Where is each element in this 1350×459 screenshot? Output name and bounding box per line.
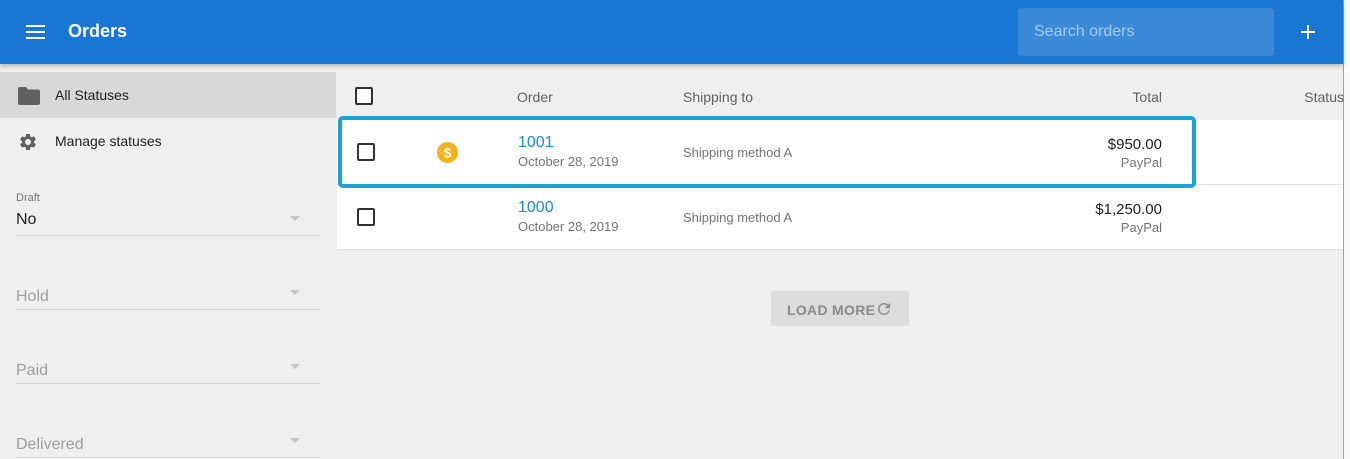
sidebar-item-manage-statuses[interactable]: Manage statuses bbox=[0, 118, 336, 164]
draft-value: No bbox=[16, 211, 37, 228]
table-row[interactable]: $ 1001 October 28, 2019 Shipping method … bbox=[337, 120, 1343, 185]
folder-icon bbox=[18, 87, 40, 105]
order-date: October 28, 2019 bbox=[518, 219, 619, 234]
sidebar-item-label: Manage statuses bbox=[55, 133, 162, 149]
orders-table: Order Shipping to Total Status $ 1001 Oc… bbox=[337, 72, 1344, 250]
hold-select[interactable]: Hold bbox=[16, 266, 320, 310]
table-header: Order Shipping to Total Status bbox=[337, 72, 1344, 120]
dropdown-caret-icon bbox=[290, 290, 300, 295]
row-checkbox[interactable] bbox=[357, 143, 375, 161]
order-number-link[interactable]: 1000 bbox=[518, 199, 554, 217]
draft-select[interactable]: Draft No bbox=[16, 192, 320, 236]
order-date: October 28, 2019 bbox=[518, 154, 619, 169]
table-row[interactable]: 1000 October 28, 2019 Shipping method A … bbox=[337, 185, 1343, 250]
row-checkbox[interactable] bbox=[357, 208, 375, 226]
dropdown-caret-icon bbox=[290, 216, 300, 221]
column-header-total[interactable]: Total bbox=[1132, 89, 1162, 105]
plus-icon[interactable] bbox=[1290, 14, 1326, 50]
dropdown-caret-icon bbox=[290, 364, 300, 369]
search-input[interactable] bbox=[1018, 8, 1274, 56]
shipping-method: Shipping method A bbox=[683, 210, 793, 225]
column-header-status[interactable]: Status bbox=[1304, 89, 1344, 105]
dollar-coin-icon: $ bbox=[437, 142, 458, 163]
select-all-checkbox[interactable] bbox=[355, 87, 373, 105]
paid-placeholder: Paid bbox=[16, 362, 49, 379]
dropdown-caret-icon bbox=[290, 438, 300, 443]
column-header-shipping[interactable]: Shipping to bbox=[683, 89, 753, 105]
draft-label: Draft bbox=[16, 192, 40, 204]
refresh-icon bbox=[878, 303, 890, 315]
delivered-select[interactable]: Delivered bbox=[16, 414, 320, 458]
window-edge bbox=[1343, 0, 1350, 459]
hamburger-menu-icon[interactable] bbox=[18, 18, 54, 46]
gear-icon bbox=[20, 134, 36, 150]
sidebar-item-all-statuses[interactable]: All Statuses bbox=[0, 72, 336, 118]
payment-method: PayPal bbox=[1120, 220, 1162, 235]
svg-text:$: $ bbox=[444, 145, 452, 160]
order-number-link[interactable]: 1001 bbox=[518, 134, 554, 152]
page-title: Orders bbox=[68, 21, 128, 41]
payment-method: PayPal bbox=[1120, 155, 1162, 170]
orders-main: Order Shipping to Total Status $ 1001 Oc… bbox=[336, 64, 1344, 459]
shipping-method: Shipping method A bbox=[683, 145, 793, 160]
delivered-placeholder: Delivered bbox=[16, 436, 84, 453]
load-more-button[interactable]: LOAD MORE bbox=[771, 291, 909, 326]
load-more-label: LOAD MORE bbox=[787, 302, 876, 318]
app-bar: Orders bbox=[0, 0, 1343, 64]
column-header-order[interactable]: Order bbox=[517, 89, 553, 105]
order-total: $1,250.00 bbox=[1095, 201, 1162, 218]
sidebar: All Statuses Manage statuses Draft No Ho… bbox=[0, 72, 336, 459]
order-total: $950.00 bbox=[1107, 136, 1162, 153]
paid-select[interactable]: Paid bbox=[16, 340, 320, 384]
hold-placeholder: Hold bbox=[16, 288, 49, 305]
sidebar-item-label: All Statuses bbox=[55, 87, 129, 103]
